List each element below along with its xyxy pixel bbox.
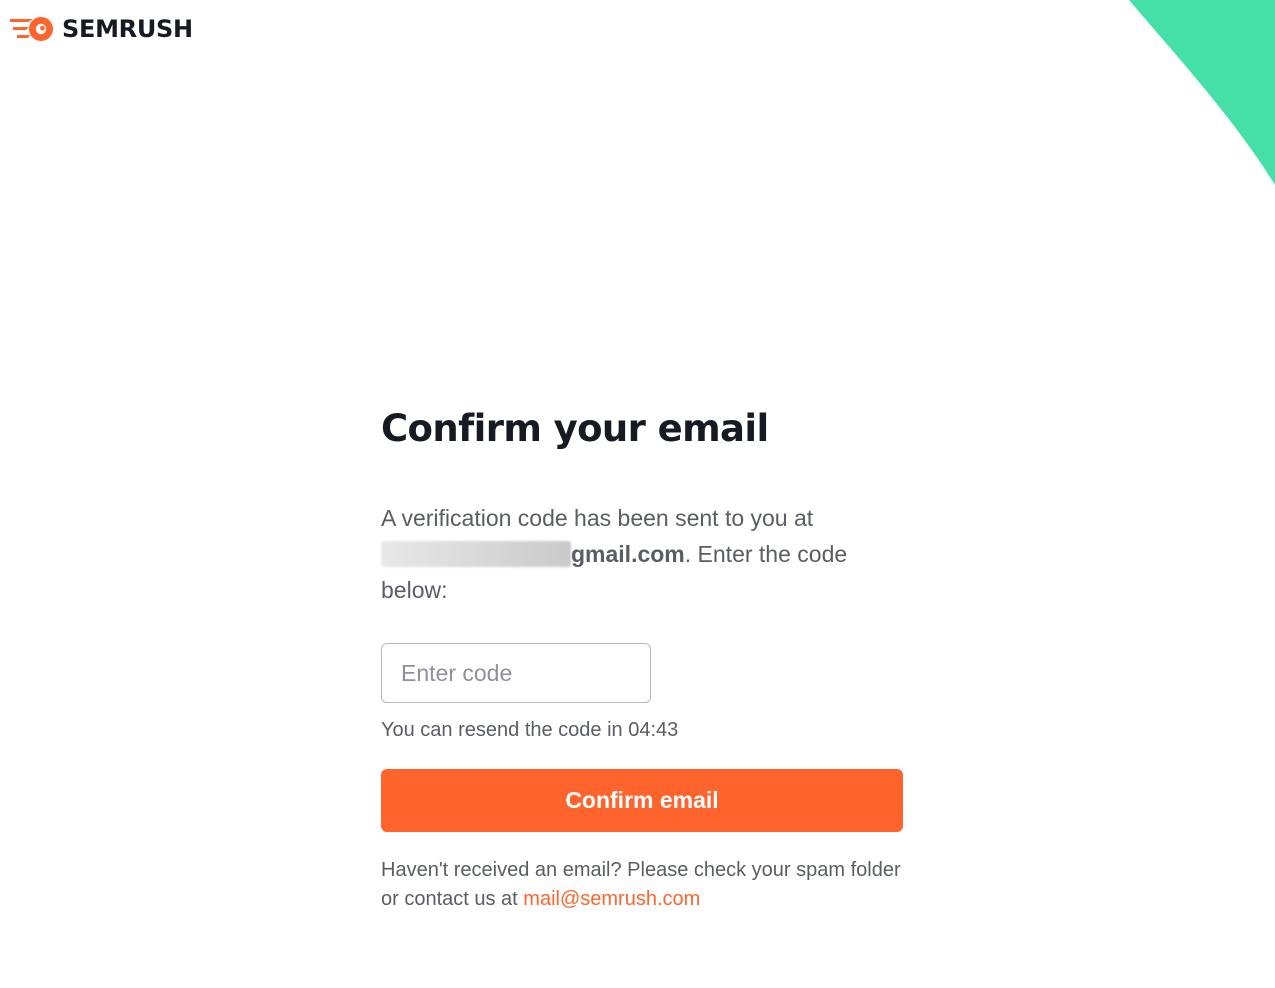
semrush-fireball-icon (10, 17, 53, 41)
help-message: Haven't received an email? Please check … (381, 856, 901, 914)
semrush-logo[interactable]: SEMRUSH (8, 12, 193, 46)
masked-email-username (381, 541, 571, 567)
email-domain: gmail.com (571, 541, 685, 567)
verification-message: A verification code has been sent to you… (381, 500, 881, 608)
confirm-email-button[interactable]: Confirm email (381, 769, 903, 832)
message-intro: A verification code has been sent to you… (381, 505, 814, 531)
support-email-link[interactable]: mail@semrush.com (523, 888, 700, 910)
confirm-email-card: Confirm your email A verification code h… (381, 400, 903, 910)
verification-code-input[interactable] (381, 643, 651, 703)
page-title: Confirm your email (381, 407, 769, 450)
green-decorative-shape (1129, 0, 1275, 185)
logo-wordmark: SEMRUSH (62, 15, 193, 43)
resend-countdown: You can resend the code in 04:43 (381, 719, 679, 741)
